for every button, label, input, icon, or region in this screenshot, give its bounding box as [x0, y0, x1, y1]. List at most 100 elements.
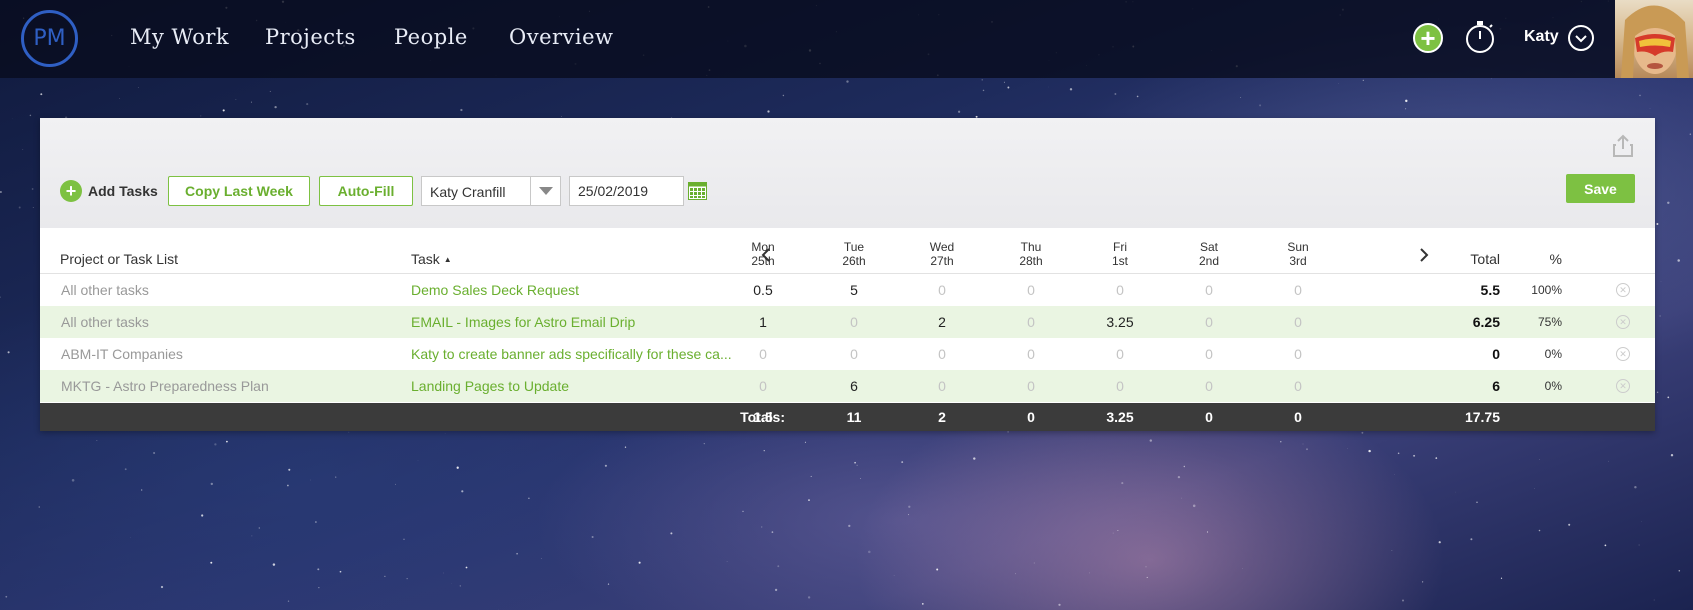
star: [1181, 497, 1182, 499]
user-name[interactable]: Katy: [1524, 28, 1559, 46]
day-total: 0: [1205, 409, 1213, 425]
nav-overview[interactable]: Overview: [509, 25, 614, 49]
remove-row-icon[interactable]: ✕: [1616, 283, 1630, 297]
star: [258, 527, 260, 529]
row-project: All other tasks: [61, 314, 149, 330]
hours-cell[interactable]: 0: [1273, 282, 1323, 298]
star: [214, 443, 217, 446]
hours-cell[interactable]: 5: [829, 282, 879, 298]
star: [540, 558, 542, 560]
hours-cell[interactable]: 0: [1095, 378, 1145, 394]
star: [1121, 482, 1124, 485]
star: [703, 442, 705, 445]
next-week-icon[interactable]: [1418, 247, 1430, 263]
row-task-link[interactable]: Katy to create banner ads specifically f…: [411, 346, 741, 362]
star: [1490, 78, 1492, 80]
star: [1401, 599, 1405, 602]
day-header: Mon 25th: [733, 240, 793, 268]
remove-row-icon[interactable]: ✕: [1616, 315, 1630, 329]
star: [807, 596, 811, 599]
row-task-link[interactable]: EMAIL - Images for Astro Email Drip: [411, 314, 741, 330]
hours-cell[interactable]: 0: [1184, 378, 1234, 394]
stopwatch-icon[interactable]: [1464, 20, 1496, 54]
star: [1361, 431, 1364, 434]
calendar-icon[interactable]: [688, 182, 707, 200]
dropdown-arrow-icon[interactable]: [530, 177, 560, 205]
hours-cell[interactable]: 0: [1006, 314, 1056, 330]
hours-cell[interactable]: 0: [1006, 346, 1056, 362]
nav-my-work[interactable]: My Work: [130, 25, 229, 49]
star: [1476, 501, 1478, 503]
star: [0, 191, 2, 193]
remove-row-icon[interactable]: ✕: [1616, 379, 1630, 393]
star: [417, 459, 419, 461]
hours-cell[interactable]: 0: [1006, 282, 1056, 298]
nav-projects[interactable]: Projects: [265, 25, 356, 49]
auto-fill-button[interactable]: Auto-Fill: [319, 176, 413, 206]
hours-cell[interactable]: 0: [917, 282, 967, 298]
row-task-link[interactable]: Landing Pages to Update: [411, 378, 741, 394]
hours-cell[interactable]: 0: [738, 346, 788, 362]
day-total: 0: [1294, 409, 1302, 425]
star: [274, 105, 277, 109]
week-date-input[interactable]: [569, 176, 684, 206]
star: [761, 526, 763, 528]
day-date: 27th: [930, 254, 954, 268]
star: [395, 483, 396, 485]
star: [384, 575, 386, 577]
remove-row-icon[interactable]: ✕: [1616, 347, 1630, 361]
star: [1667, 396, 1670, 399]
hours-cell[interactable]: 0: [829, 346, 879, 362]
add-tasks-button[interactable]: + Add Tasks: [60, 180, 158, 202]
hours-cell[interactable]: 2: [917, 314, 967, 330]
hours-cell[interactable]: 6: [829, 378, 879, 394]
top-nav-bar: PM My Work Projects People Overview + Ka…: [0, 0, 1693, 78]
save-button[interactable]: Save: [1566, 174, 1635, 203]
hours-cell[interactable]: 0: [1273, 314, 1323, 330]
export-icon[interactable]: [1613, 134, 1633, 158]
sort-ascending-icon: ▲: [443, 255, 452, 264]
hours-cell[interactable]: 0: [1273, 346, 1323, 362]
hours-cell[interactable]: 0.5: [738, 282, 788, 298]
star: [348, 431, 350, 433]
hours-cell[interactable]: 0: [1184, 282, 1234, 298]
star: [1007, 86, 1010, 89]
star: [1639, 94, 1641, 97]
star: [210, 482, 213, 486]
star: [1678, 570, 1681, 572]
col-project-header[interactable]: Project or Task List: [60, 251, 178, 267]
star: [1470, 538, 1473, 541]
row-task-link[interactable]: Demo Sales Deck Request: [411, 282, 741, 298]
hours-cell[interactable]: 0: [738, 378, 788, 394]
star: [1114, 93, 1117, 95]
user-select[interactable]: Katy Cranfill: [421, 176, 561, 206]
hours-cell[interactable]: 0: [1184, 346, 1234, 362]
col-task-header[interactable]: Task ▲: [411, 251, 452, 267]
copy-last-week-button[interactable]: Copy Last Week: [168, 176, 310, 206]
hours-cell[interactable]: 0: [917, 346, 967, 362]
plus-circle-icon[interactable]: +: [1413, 23, 1443, 53]
hours-cell[interactable]: 3.25: [1095, 314, 1145, 330]
hours-cell[interactable]: 1: [738, 314, 788, 330]
day-total: 3.25: [1106, 409, 1134, 425]
hours-cell[interactable]: 0: [829, 314, 879, 330]
star: [921, 603, 924, 605]
hours-cell[interactable]: 0: [1095, 282, 1145, 298]
hours-cell[interactable]: 0: [1095, 346, 1145, 362]
plus-icon: +: [60, 180, 82, 202]
star: [22, 149, 24, 151]
hours-cell[interactable]: 0: [917, 378, 967, 394]
pm-logo[interactable]: PM: [21, 10, 78, 67]
hours-cell[interactable]: 0: [1006, 378, 1056, 394]
hours-cell[interactable]: 0: [1184, 314, 1234, 330]
star: [269, 90, 271, 92]
star: [1634, 485, 1637, 489]
star: [1136, 95, 1139, 98]
nav-people[interactable]: People: [394, 25, 468, 49]
star: [1149, 439, 1153, 442]
chevron-down-icon[interactable]: [1568, 25, 1594, 51]
day-date: 2nd: [1198, 254, 1220, 268]
avatar[interactable]: [1615, 0, 1693, 78]
star: [1306, 448, 1308, 451]
hours-cell[interactable]: 0: [1273, 378, 1323, 394]
